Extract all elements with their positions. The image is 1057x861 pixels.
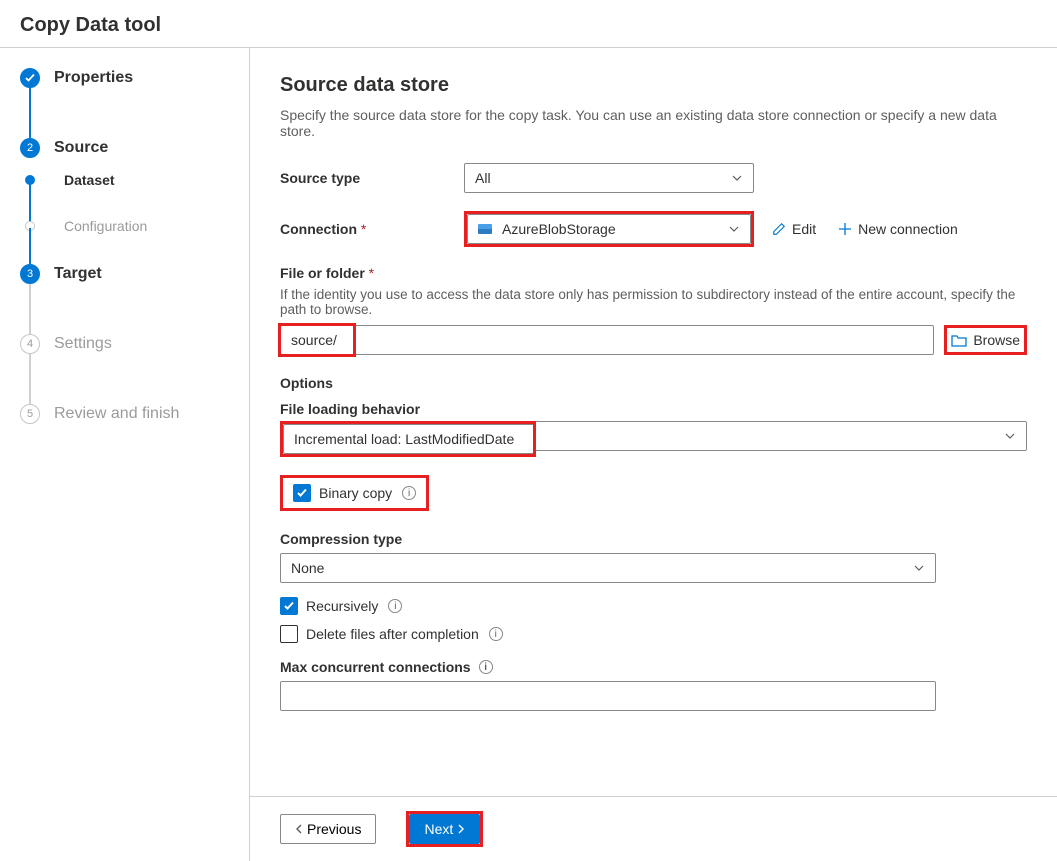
section-heading: Source data store — [280, 74, 1027, 97]
step-properties[interactable]: Properties — [20, 68, 249, 104]
wizard-footer: Previous Next — [250, 796, 1057, 861]
chevron-left-icon — [295, 824, 303, 834]
source-type-select[interactable]: All — [464, 163, 754, 193]
flb-label: File loading behavior — [280, 401, 1027, 417]
browse-button[interactable]: Browse — [947, 328, 1024, 352]
input-value: source/ — [291, 332, 337, 348]
info-icon[interactable]: i — [489, 627, 503, 641]
step-label: Properties — [54, 69, 133, 86]
info-icon[interactable]: i — [388, 599, 402, 613]
file-loading-behavior-select[interactable] — [536, 421, 1027, 451]
binary-copy-checkbox[interactable] — [293, 484, 311, 502]
recursively-label: Recursively — [306, 598, 378, 614]
select-value: AzureBlobStorage — [502, 221, 616, 237]
binary-copy-label: Binary copy — [319, 485, 392, 501]
content: Properties 2 Source Dataset — [0, 48, 1057, 861]
step-source[interactable]: 2 Source Dataset Configuration — [20, 138, 249, 234]
page: Copy Data tool Properties 2 Source — [0, 0, 1057, 861]
step-label: Review and finish — [54, 405, 179, 422]
step-label: Source — [54, 139, 108, 156]
delete-files-checkbox[interactable] — [280, 625, 298, 643]
chevron-right-icon — [457, 824, 465, 834]
substep-label: Configuration — [64, 218, 147, 234]
wizard-sidebar: Properties 2 Source Dataset — [0, 48, 250, 861]
section-description: Specify the source data store for the co… — [280, 107, 1027, 139]
edit-button[interactable]: Edit — [768, 217, 820, 241]
step-settings[interactable]: 4 Settings — [20, 334, 249, 370]
step-label: Settings — [54, 335, 112, 352]
check-icon — [20, 68, 40, 88]
main-panel: Source data store Specify the source dat… — [250, 48, 1057, 861]
step-number: 4 — [20, 334, 40, 354]
folder-icon — [951, 333, 967, 347]
max-connections-input[interactable] — [280, 681, 936, 711]
plus-icon — [838, 222, 852, 236]
chevron-down-icon — [731, 172, 743, 184]
page-title: Copy Data tool — [0, 0, 1057, 48]
step-label: Target — [54, 265, 102, 282]
chevron-down-icon — [728, 223, 740, 235]
file-folder-help: If the identity you use to access the da… — [280, 287, 1027, 317]
substep-label: Dataset — [64, 172, 115, 188]
info-icon[interactable]: i — [402, 486, 416, 500]
step-target[interactable]: 3 Target — [20, 264, 249, 300]
max-conn-label: Max concurrent connections — [280, 659, 471, 675]
check-icon — [283, 600, 295, 612]
check-icon — [296, 487, 308, 499]
source-type-label: Source type — [280, 170, 450, 186]
storage-icon — [478, 224, 492, 234]
connection-label: Connection — [280, 221, 450, 237]
chevron-down-icon — [1004, 430, 1016, 442]
file-loading-behavior-select-left[interactable]: Incremental load: LastModifiedDate — [283, 424, 533, 454]
compression-type-select[interactable]: None — [280, 553, 936, 583]
select-value: None — [291, 560, 324, 576]
info-icon[interactable]: i — [479, 660, 493, 674]
chevron-down-icon — [913, 562, 925, 574]
recursively-checkbox[interactable] — [280, 597, 298, 615]
select-value: Incremental load: LastModifiedDate — [294, 431, 514, 447]
previous-button[interactable]: Previous — [280, 814, 376, 844]
pencil-icon — [772, 222, 786, 236]
step-number: 3 — [20, 264, 40, 284]
next-button[interactable]: Next — [409, 814, 480, 844]
file-folder-label: File or folder — [280, 265, 1027, 281]
new-connection-button[interactable]: New connection — [834, 217, 962, 241]
compression-type-label: Compression type — [280, 531, 1027, 547]
options-label: Options — [280, 375, 1027, 391]
step-number: 5 — [20, 404, 40, 424]
file-folder-input[interactable]: source/ — [280, 325, 934, 355]
step-review[interactable]: 5 Review and finish — [20, 404, 249, 440]
step-number: 2 — [20, 138, 40, 158]
substep-configuration[interactable]: Configuration — [54, 218, 249, 234]
connection-select[interactable]: AzureBlobStorage — [467, 214, 751, 244]
substep-dataset[interactable]: Dataset — [54, 172, 249, 188]
delete-files-label: Delete files after completion — [306, 626, 479, 642]
select-value: All — [475, 170, 491, 186]
